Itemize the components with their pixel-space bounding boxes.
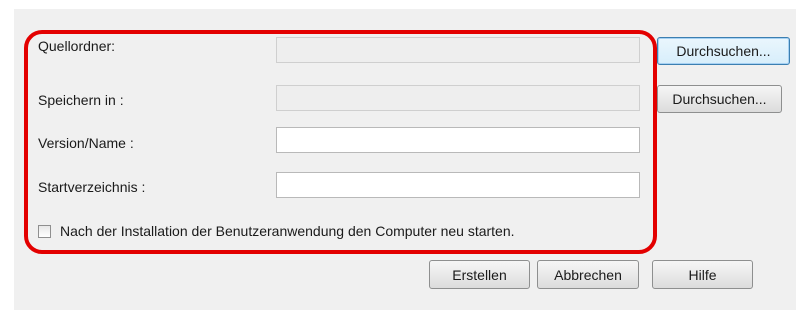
browse-source-button[interactable]: Durchsuchen... — [657, 37, 790, 65]
save-in-label: Speichern in : — [38, 92, 124, 108]
create-button[interactable]: Erstellen — [429, 260, 530, 289]
restart-option[interactable]: Nach der Installation der Benutzeranwend… — [38, 221, 515, 241]
save-in-input[interactable] — [276, 85, 640, 111]
restart-checkbox-label: Nach der Installation der Benutzeranwend… — [60, 223, 515, 239]
source-folder-input[interactable] — [276, 37, 640, 63]
source-folder-label: Quellordner: — [38, 38, 116, 54]
dialog-panel: Quellordner: Durchsuchen... Speichern in… — [14, 9, 796, 310]
cancel-button[interactable]: Abbrechen — [537, 260, 639, 289]
help-button[interactable]: Hilfe — [652, 260, 753, 289]
start-directory-label: Startverzeichnis : — [38, 179, 146, 195]
start-directory-input[interactable] — [276, 172, 640, 198]
restart-checkbox[interactable] — [38, 224, 51, 238]
version-name-label: Version/Name : — [38, 135, 134, 151]
version-name-input[interactable] — [276, 127, 640, 153]
browse-save-button[interactable]: Durchsuchen... — [657, 85, 782, 113]
